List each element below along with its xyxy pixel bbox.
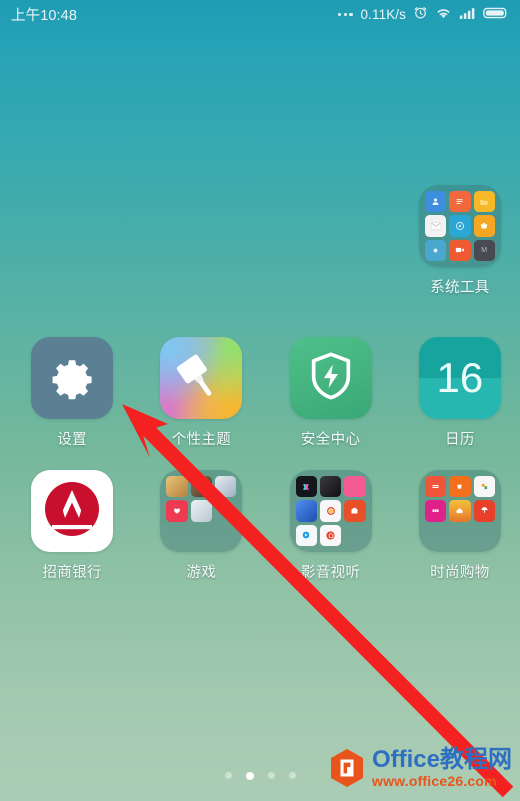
app-settings[interactable]: 设置 — [12, 337, 132, 449]
status-bar: 上午10:48 0.11K/s — [0, 0, 520, 29]
settings-app-icon[interactable] — [31, 337, 114, 419]
calendar-app-icon[interactable]: 16 — [418, 337, 501, 419]
home-row-folder: M 系统工具 — [0, 185, 520, 297]
folder-slot-empty — [166, 525, 187, 546]
watermark-title-cn: 教程网 — [440, 746, 512, 773]
notes-icon — [449, 191, 471, 213]
app-label: 游戏 — [186, 565, 217, 581]
grid-slot-empty — [271, 185, 391, 297]
shopping-folder-icon[interactable] — [418, 470, 501, 552]
personal-theme-app-icon[interactable] — [160, 337, 243, 419]
app-label: 设置 — [57, 432, 88, 448]
downloads-icon — [473, 215, 495, 237]
tools-icon: M — [473, 239, 495, 261]
shop-icon-6 — [473, 500, 495, 522]
watermark-title: Office教程网 — [372, 748, 512, 772]
status-bar-clock: 上午10:48 — [11, 8, 77, 24]
video-app-icon-3 — [344, 476, 366, 498]
grid-slot-empty — [12, 185, 132, 297]
network-speed-indicator: 0.11K/s — [360, 7, 406, 22]
mail-icon — [424, 215, 447, 237]
shop-icon-1 — [424, 476, 447, 498]
security-center-app-icon[interactable] — [289, 337, 372, 419]
alarm-clock-icon — [413, 5, 428, 24]
app-shopping-folder[interactable]: 时尚购物 — [400, 470, 520, 582]
app-label: 系统工具 — [430, 280, 490, 296]
app-games-folder[interactable]: 游戏 — [141, 470, 261, 582]
folder-preview-grid — [289, 470, 372, 552]
app-personal-theme[interactable]: 个性主题 — [141, 337, 261, 449]
calendar-day-number: 16 — [436, 354, 484, 401]
netease-music-icon — [319, 524, 342, 546]
shop-icon-2 — [449, 476, 471, 498]
game-icon-5 — [190, 500, 213, 522]
folder-slot-empty — [215, 500, 236, 521]
app-label: 安全中心 — [300, 432, 361, 448]
camera-icon — [449, 239, 471, 261]
folder-slot-empty — [344, 525, 365, 546]
game-icon-3 — [215, 476, 237, 498]
page-dot[interactable] — [224, 772, 232, 779]
watermark-title-en: Office — [371, 746, 440, 773]
media-folder-icon[interactable] — [289, 470, 372, 552]
folder-preview-grid: M — [418, 185, 501, 267]
browser-icon — [449, 215, 471, 237]
video-app-icon-4 — [295, 500, 317, 522]
files-icon — [473, 191, 495, 213]
app-media-folder[interactable]: 影音视听 — [271, 470, 391, 582]
game-icon-2 — [190, 476, 213, 498]
grid-slot-empty — [141, 185, 261, 297]
shop-icon-4 — [424, 500, 447, 522]
app-security-center[interactable]: 安全中心 — [271, 337, 391, 449]
shield-bolt-icon — [305, 350, 357, 407]
app-label: 日历 — [444, 432, 475, 448]
status-bar-right-icons: 0.11K/s — [337, 5, 509, 24]
home-row-apps-2: 招商银行 游戏 影音视听 时尚购物 — [0, 470, 520, 582]
phone-home-screen: 上午10:48 0.11K/s M 系统工具 设置 个性主题 安全中心 16 日… — [0, 0, 520, 801]
video-app-icon-1 — [295, 476, 317, 498]
app-label: 个性主题 — [171, 432, 232, 448]
games-folder-icon[interactable] — [160, 470, 243, 552]
contacts-icon — [424, 191, 447, 213]
cmb-logo-icon — [39, 476, 105, 547]
app-system-tools[interactable]: M 系统工具 — [400, 185, 520, 297]
watermark-text: Office教程网 www.office26.com — [371, 748, 512, 789]
folder-preview-grid — [160, 470, 243, 552]
app-label: 招商银行 — [42, 565, 102, 581]
paintbrush-icon — [171, 346, 231, 411]
video-app-icon-6 — [344, 500, 366, 522]
video-app-icon-5 — [319, 500, 342, 522]
watermark-url: www.office26.com — [371, 773, 497, 789]
shop-icon-3 — [473, 476, 495, 498]
weather-icon — [424, 239, 447, 261]
home-row-apps-1: 设置 个性主题 安全中心 16 日历 — [0, 337, 520, 449]
game-icon-1 — [166, 476, 188, 498]
gear-icon — [48, 352, 96, 405]
game-icon-4 — [166, 500, 188, 522]
system-tools-folder-icon[interactable]: M — [418, 185, 501, 267]
app-label: 时尚购物 — [430, 565, 490, 581]
site-watermark: Office教程网 www.office26.com — [329, 748, 512, 788]
wifi-icon — [435, 6, 452, 24]
folder-slot-empty — [425, 525, 446, 546]
office-hexagon-logo — [329, 748, 365, 788]
page-dot-active[interactable] — [245, 772, 254, 780]
folder-preview-grid — [418, 470, 501, 552]
app-calendar[interactable]: 16 日历 — [400, 337, 520, 449]
video-app-icon-7 — [295, 524, 317, 546]
cellular-signal-icon — [459, 6, 476, 24]
cmb-bank-app-icon[interactable] — [31, 470, 114, 552]
app-label: 影音视听 — [300, 565, 361, 581]
video-app-icon-2 — [319, 476, 342, 498]
page-dot[interactable] — [288, 772, 296, 779]
folder-slot-empty — [449, 525, 470, 546]
folder-slot-empty — [474, 525, 495, 546]
battery-icon — [483, 6, 509, 24]
page-dot[interactable] — [267, 772, 275, 779]
more-dots-icon — [337, 12, 353, 17]
folder-slot-empty — [191, 525, 212, 546]
folder-slot-empty — [215, 525, 236, 546]
shop-icon-5 — [449, 500, 471, 522]
app-cmb-bank[interactable]: 招商银行 — [12, 470, 132, 582]
